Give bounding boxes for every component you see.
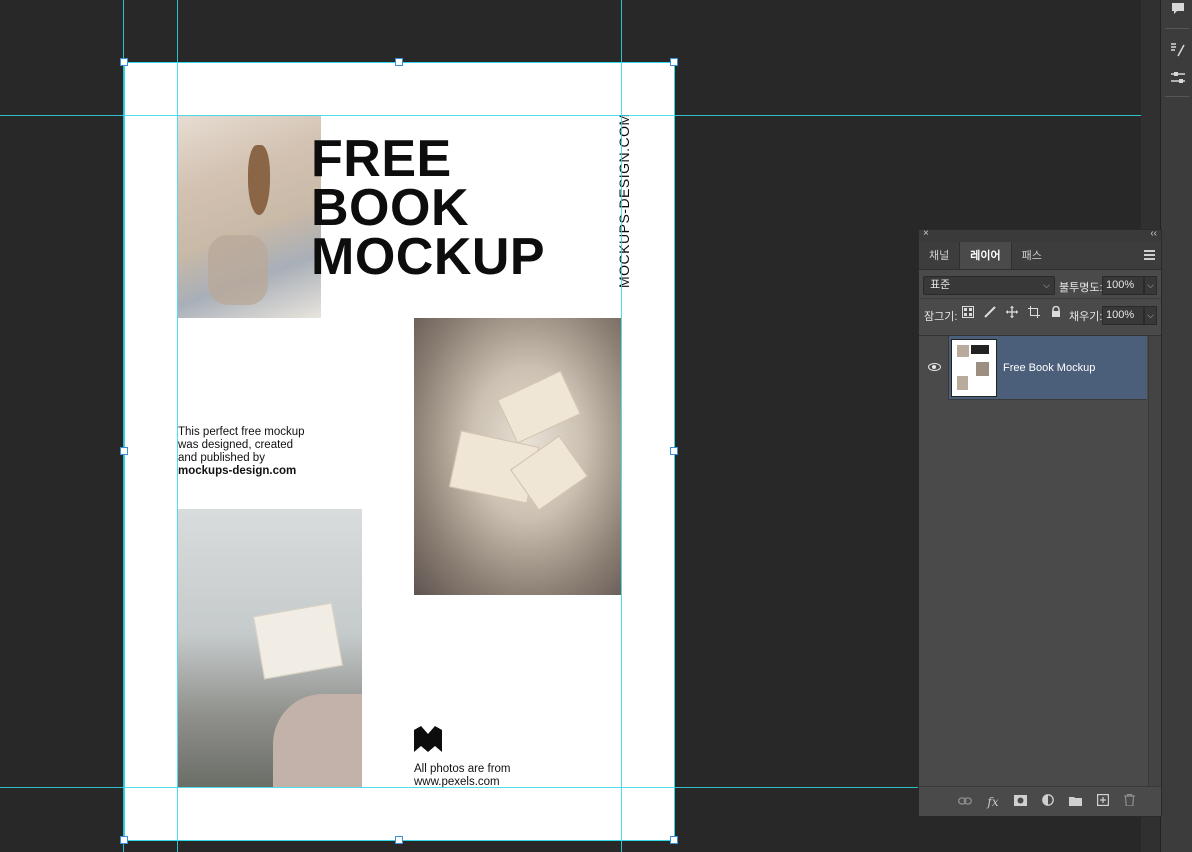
thumbnail-photo — [976, 362, 989, 376]
layer-thumbnail — [951, 339, 997, 397]
layer-list-scrollbar[interactable] — [1148, 336, 1161, 788]
strip-separator — [1165, 96, 1189, 97]
fill-input[interactable]: 100% — [1102, 306, 1144, 325]
adjustment-icon[interactable] — [1040, 794, 1056, 810]
fx-icon[interactable]: fx — [985, 794, 1001, 810]
tab-paths[interactable]: 패스 — [1012, 242, 1052, 269]
brush-settings-icon[interactable] — [1169, 42, 1187, 60]
lock-all-icon[interactable] — [1049, 305, 1063, 320]
layers-panel: × ‹‹ 채널 레이어 패스 표준 ⌵ 불투명도: 100% ⌵ 잠그기: 채우… — [918, 228, 1162, 817]
panel-footer: fx — [919, 786, 1161, 816]
thumbnail-photo — [957, 376, 968, 390]
panel-menu-icon[interactable] — [1144, 250, 1155, 260]
mask-icon[interactable] — [1012, 794, 1028, 810]
lock-label: 잠그기: — [924, 311, 958, 323]
comment-icon[interactable] — [1169, 2, 1187, 20]
tab-layers[interactable]: 레이어 — [959, 242, 1012, 269]
strip-separator — [1165, 28, 1189, 29]
opacity-label: 불투명도: — [1059, 282, 1103, 294]
panel-tabs: 채널 레이어 패스 — [919, 242, 1161, 270]
panel-collapse-icon[interactable]: ‹‹ — [1150, 228, 1157, 239]
blend-mode-value: 표준 — [930, 279, 951, 291]
panel-title-bar[interactable]: × ‹‹ — [919, 228, 1161, 242]
right-panel-strip — [1160, 0, 1192, 852]
blend-row: 표준 ⌵ 불투명도: 100% ⌵ — [919, 270, 1161, 298]
trash-icon[interactable] — [1121, 793, 1137, 810]
transform-handle-right[interactable] — [670, 447, 678, 455]
transform-handle-left[interactable] — [120, 447, 128, 455]
eye-icon[interactable] — [928, 363, 941, 371]
new-layer-icon[interactable] — [1095, 794, 1111, 810]
blend-mode-select[interactable]: 표준 ⌵ — [923, 276, 1055, 295]
chevron-down-icon: ⌵ — [1043, 280, 1050, 290]
properties-icon[interactable] — [1169, 70, 1187, 88]
opacity-input[interactable]: 100% — [1102, 276, 1144, 295]
transform-handle-top-left[interactable] — [120, 58, 128, 66]
lock-pixels-icon[interactable] — [983, 306, 997, 320]
transform-handle-bottom[interactable] — [395, 836, 403, 844]
visibility-toggle[interactable] — [919, 336, 949, 400]
lock-position-icon[interactable] — [1005, 306, 1019, 320]
tab-channels[interactable]: 채널 — [919, 242, 959, 269]
fill-label: 채우기: — [1069, 311, 1103, 323]
transform-handle-bottom-left[interactable] — [120, 836, 128, 844]
layer-list: Free Book Mockup — [919, 335, 1161, 788]
thumbnail-photo — [957, 345, 969, 357]
lock-artboard-icon[interactable] — [1027, 306, 1041, 320]
transform-handle-top-right[interactable] — [670, 58, 678, 66]
layer-row[interactable]: Free Book Mockup — [919, 336, 1147, 400]
folder-icon[interactable] — [1067, 794, 1083, 810]
link-icon[interactable] — [957, 794, 973, 810]
thumbnail-title — [971, 345, 989, 354]
layer-name[interactable]: Free Book Mockup — [1003, 362, 1095, 374]
panel-close-icon[interactable]: × — [923, 228, 929, 239]
opacity-dropdown-icon[interactable]: ⌵ — [1144, 276, 1157, 295]
lock-transparency-icon[interactable] — [961, 306, 975, 320]
transform-handle-top[interactable] — [395, 58, 403, 66]
fill-dropdown-icon[interactable]: ⌵ — [1144, 306, 1157, 325]
transform-handle-bottom-right[interactable] — [670, 836, 678, 844]
lock-row: 잠그기: 채우기: 100% ⌵ — [919, 298, 1161, 328]
transform-bounding-box[interactable] — [124, 62, 675, 841]
